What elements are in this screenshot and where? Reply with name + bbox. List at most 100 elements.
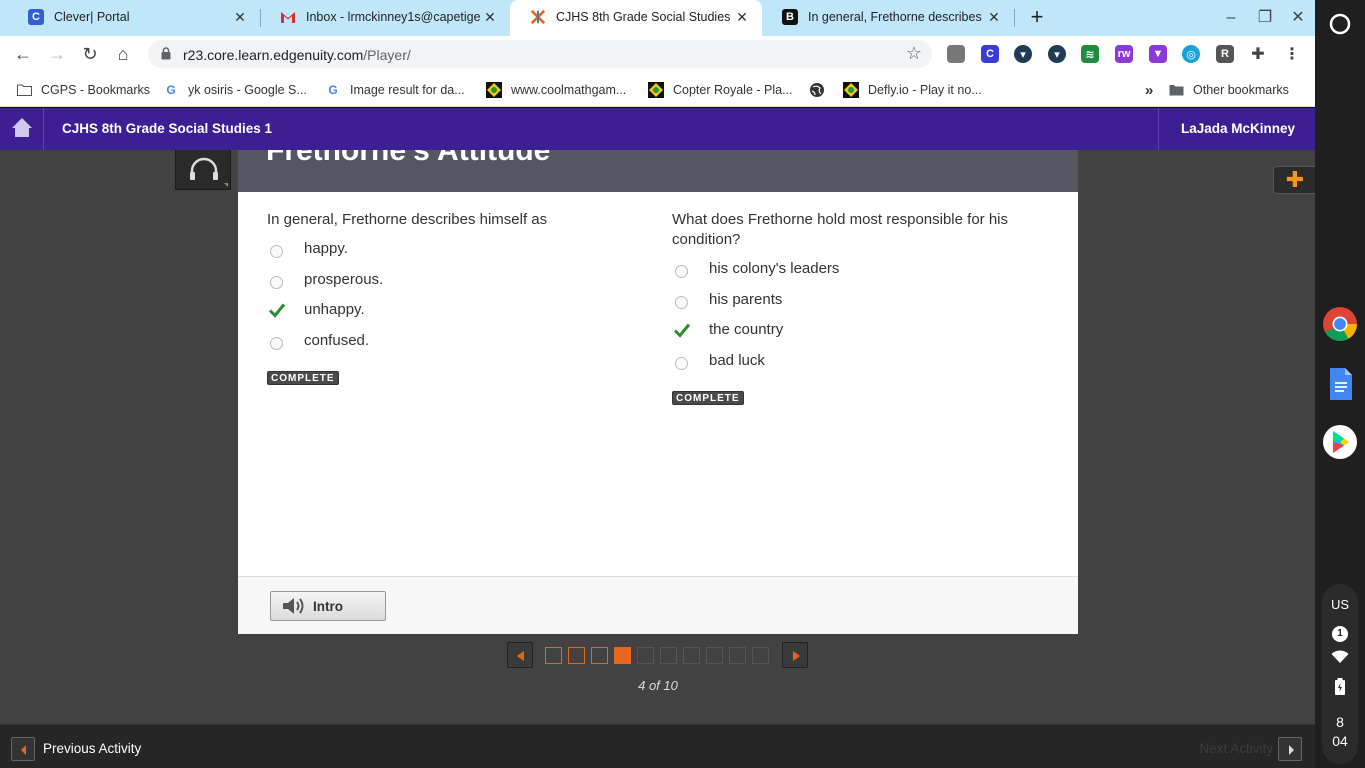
pager-box-2[interactable] (568, 647, 585, 664)
pager-next-button[interactable] (782, 642, 808, 668)
bookmark-star-icon[interactable]: ☆ (906, 43, 922, 64)
house-icon (12, 118, 32, 137)
answer-option-selected[interactable]: the country (672, 318, 1057, 349)
close-tab-icon[interactable]: ✕ (482, 9, 498, 25)
tab-edgenuity[interactable]: CJHS 8th Grade Social Studies 1 ✕ (510, 0, 762, 36)
back-icon[interactable]: ← (12, 43, 34, 65)
bookmark-label: www.coolmathgam... (511, 83, 627, 97)
radio-button[interactable] (270, 275, 283, 289)
answer-option[interactable]: prosperous. (267, 268, 652, 299)
answer-option[interactable]: his colony's leaders (672, 257, 1057, 288)
chrome-icon[interactable] (1322, 306, 1358, 342)
extension-icon[interactable]: ▼ (1149, 45, 1167, 63)
close-tab-icon[interactable]: ✕ (986, 9, 1002, 25)
next-activity-button[interactable] (1278, 737, 1302, 761)
question-prompt: What does Frethorne hold most responsibl… (672, 211, 1008, 248)
brainly-icon: B (782, 9, 798, 25)
pager-prev-button[interactable] (507, 642, 533, 668)
page-counter: 4 of 10 (638, 678, 678, 693)
bookmark-label: Image result for da... (350, 83, 465, 97)
status-tray[interactable]: US 1 8 04 (1322, 584, 1358, 764)
pager-box-9[interactable] (729, 647, 746, 664)
tab-title: Inbox - lrmckinney1s@capetigers (306, 10, 480, 24)
new-tab-button[interactable]: + (1026, 6, 1048, 29)
pager-box-8[interactable] (706, 647, 723, 664)
menu-kebab-icon[interactable]: ⋮ (1283, 45, 1301, 63)
question-2: What does Frethorne hold most responsibl… (672, 210, 1057, 406)
shield-extension-icon[interactable]: ▾ (1014, 45, 1032, 63)
pager-box-5[interactable] (637, 647, 654, 664)
tab-brainly[interactable]: B In general, Frethorne describes h ✕ (762, 0, 1014, 36)
tab-divider (1014, 9, 1015, 27)
bookmark-cgps[interactable]: CGPS - Bookmarks (16, 81, 150, 99)
home-icon[interactable]: ⌂ (112, 43, 134, 65)
caret-left-icon (517, 651, 524, 661)
extensions-puzzle-icon[interactable]: ✚ (1249, 45, 1267, 63)
bookmark-osiris[interactable]: G yk osiris - Google S... (163, 81, 306, 99)
play-store-icon[interactable] (1322, 424, 1358, 460)
minimize-icon[interactable]: – (1221, 8, 1241, 28)
bookmark-label: CGPS - Bookmarks (41, 83, 151, 97)
bookmark-coolmath[interactable]: www.coolmathgam... (486, 81, 626, 99)
other-bookmarks[interactable]: Other bookmarks (1168, 81, 1289, 99)
google-docs-icon[interactable] (1322, 366, 1358, 402)
url-text: r23.core.learn.edgenuity.com/Player/ (183, 47, 411, 63)
radio-button[interactable] (675, 265, 688, 278)
pager-box-3[interactable] (591, 647, 608, 664)
clever-extension-icon[interactable]: C (981, 45, 999, 63)
previous-activity-button[interactable] (11, 737, 35, 761)
user-name[interactable]: LaJada McKinney (1181, 121, 1295, 136)
game-icon (486, 82, 502, 98)
launcher-icon[interactable] (1322, 6, 1358, 42)
game-icon (648, 82, 664, 98)
close-tab-icon[interactable]: ✕ (232, 9, 248, 25)
tab-clever[interactable]: C Clever| Portal ✕ (8, 0, 260, 36)
shield-extension-icon[interactable]: ▾ (1048, 45, 1066, 63)
pager-box-10[interactable] (752, 647, 769, 664)
intro-button[interactable]: Intro (270, 591, 386, 621)
reload-icon[interactable]: ↻ (79, 43, 101, 65)
pager-box-1[interactable] (545, 647, 562, 664)
tools-plus-button[interactable]: ✚ (1273, 166, 1315, 194)
bookmark-copter-royale[interactable]: Copter Royale - Pla... (648, 81, 793, 99)
answer-option[interactable]: confused. (267, 329, 652, 360)
close-window-icon[interactable]: ✕ (1288, 8, 1308, 28)
answer-option[interactable]: his parents (672, 288, 1057, 319)
radio-button[interactable] (270, 336, 283, 350)
folder-icon (1168, 82, 1184, 98)
bookmark-globe[interactable] (809, 81, 834, 99)
chromeos-shelf: US 1 8 04 (1315, 0, 1365, 768)
question-1: In general, Frethorne describes himself … (267, 210, 652, 386)
pager-box-4[interactable] (614, 647, 631, 664)
cast-icon[interactable]: ≋ (1081, 45, 1099, 63)
home-button[interactable] (0, 108, 44, 150)
extension-icon[interactable] (947, 45, 965, 63)
bookmark-defly[interactable]: Defly.io - Play it no... (843, 81, 982, 99)
r-extension-icon[interactable]: R (1216, 45, 1234, 63)
option-label: the country (709, 321, 784, 338)
question-pager (507, 642, 809, 668)
tab-title: Clever| Portal (54, 10, 130, 24)
tab-gmail[interactable]: Inbox - lrmckinney1s@capetigers ✕ (260, 0, 510, 36)
course-header: CJHS 8th Grade Social Studies 1 LaJada M… (0, 108, 1315, 150)
pager-box-7[interactable] (683, 647, 700, 664)
pager-box-6[interactable] (660, 647, 677, 664)
radio-button[interactable] (675, 295, 688, 309)
previous-activity-label[interactable]: Previous Activity (43, 741, 141, 756)
answer-option[interactable]: happy. (267, 237, 652, 268)
radio-button[interactable] (675, 356, 688, 370)
answer-option[interactable]: bad luck (672, 349, 1057, 380)
option-label: confused. (304, 331, 370, 349)
radio-button[interactable] (270, 245, 283, 258)
bookmarks-overflow-icon[interactable]: » (1145, 81, 1153, 99)
gmail-icon (280, 9, 296, 25)
forward-icon[interactable]: → (46, 43, 68, 65)
answer-option-selected[interactable]: unhappy. (267, 298, 652, 329)
bookmark-image-result[interactable]: G Image result for da... (325, 81, 465, 99)
audio-button[interactable] (175, 148, 231, 190)
globe-extension-icon[interactable]: ◎ (1182, 45, 1200, 63)
puzzle-extension-icon[interactable]: rw (1115, 45, 1133, 63)
close-tab-icon[interactable]: ✕ (734, 9, 750, 25)
restore-icon[interactable]: ❐ (1255, 8, 1275, 28)
address-bar[interactable]: r23.core.learn.edgenuity.com/Player/ ☆ (148, 40, 932, 68)
